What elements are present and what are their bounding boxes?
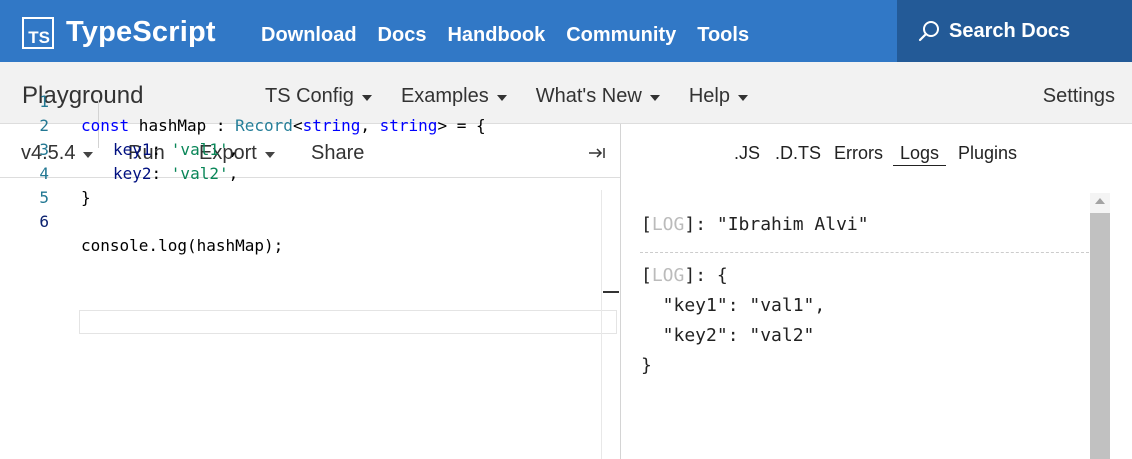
settings-link[interactable]: Settings bbox=[1043, 85, 1115, 108]
menu-help[interactable]: Help bbox=[689, 85, 748, 108]
code-line: 4 } bbox=[0, 138, 602, 207]
log-entry: [LOG]: { bbox=[641, 265, 728, 286]
search-label: Search Docs bbox=[949, 19, 1071, 42]
brand[interactable]: TS TypeScript bbox=[22, 16, 216, 49]
nav-link-handbook[interactable]: Handbook bbox=[447, 24, 545, 47]
output-panel: .JS .D.TS Errors Logs Plugins [LOG]: "Ib… bbox=[622, 124, 1132, 459]
current-line-highlight bbox=[79, 310, 617, 334]
log-separator bbox=[640, 252, 1089, 253]
tab-dts[interactable]: .D.TS bbox=[775, 143, 821, 164]
code-line: 5 bbox=[0, 162, 602, 207]
code-line: 2 key1: 'val1', bbox=[0, 90, 602, 159]
output-tabs: .JS .D.TS Errors Logs Plugins bbox=[622, 143, 1132, 173]
nav-link-community[interactable]: Community bbox=[566, 24, 676, 47]
editor-ruler bbox=[601, 190, 602, 459]
scrollbar-thumb[interactable] bbox=[1090, 213, 1110, 459]
tab-errors[interactable]: Errors bbox=[834, 143, 883, 164]
menu-label: Help bbox=[688, 85, 730, 107]
output-scrollbar[interactable] bbox=[1090, 193, 1110, 459]
line-number: 6 bbox=[39, 212, 49, 231]
log-entry-line: "key2": "val2" bbox=[641, 325, 815, 346]
search-icon bbox=[918, 21, 939, 42]
brand-name: TypeScript bbox=[66, 16, 216, 48]
nav-link-tools[interactable]: Tools bbox=[697, 24, 749, 47]
code-line: 3 key2: 'val2', bbox=[0, 114, 602, 183]
nav-links: Download Docs Handbook Community Tools bbox=[261, 24, 770, 47]
chevron-down-icon bbox=[737, 94, 748, 101]
code-line: 6 console.log(hashMap); bbox=[0, 186, 602, 255]
top-navigation: TS TypeScript Download Docs Handbook Com… bbox=[0, 0, 1132, 62]
log-entry-line: } bbox=[641, 355, 652, 376]
tab-js[interactable]: .JS bbox=[734, 143, 760, 164]
nav-link-download[interactable]: Download bbox=[261, 24, 357, 47]
line-text: console.log(hashMap); bbox=[81, 236, 284, 255]
chevron-down-icon bbox=[649, 94, 660, 101]
scroll-up-icon[interactable] bbox=[1095, 198, 1105, 204]
typescript-logo-icon: TS bbox=[22, 16, 54, 49]
tab-plugins[interactable]: Plugins bbox=[958, 143, 1017, 164]
search-docs-button[interactable]: Search Docs bbox=[897, 0, 1132, 62]
overview-ruler-marker bbox=[603, 291, 619, 293]
log-entry: [LOG]: "Ibrahim Alvi" bbox=[641, 214, 869, 235]
log-entry-line: "key1": "val1", bbox=[641, 295, 826, 316]
code-line: 1 const hashMap : Record<string, string>… bbox=[0, 66, 602, 135]
nav-link-docs[interactable]: Docs bbox=[378, 24, 427, 47]
tab-logs[interactable]: Logs bbox=[893, 143, 947, 166]
